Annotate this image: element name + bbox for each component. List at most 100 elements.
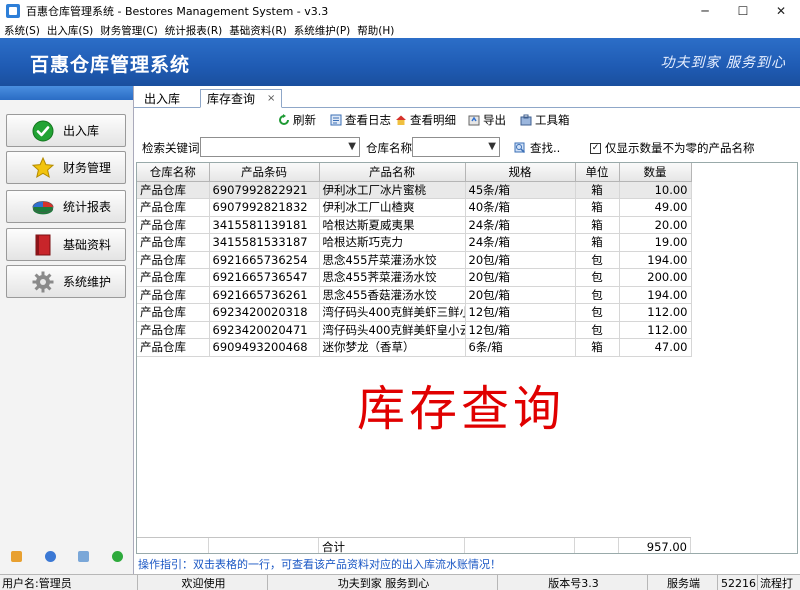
cell-spec: 40条/箱 [465, 198, 576, 217]
col-warehouse[interactable]: 仓库名称 [137, 163, 210, 182]
menu-bar: 系统(S) 出入库(S) 财务管理(C) 统计报表(R) 基础资料(R) 系统维… [0, 22, 800, 38]
table-row[interactable]: 产品仓库 6907992822921 伊利冰工厂冰片蜜桃 45条/箱 箱 10.… [137, 181, 692, 199]
menu-reports[interactable]: 统计报表(R) [162, 23, 226, 38]
maximize-button[interactable]: ☐ [724, 0, 762, 22]
view-detail-label: 查看明细 [410, 113, 456, 127]
tab-label: 库存查询 [207, 92, 256, 106]
pie-chart-icon [31, 195, 55, 219]
search-icon[interactable] [78, 550, 90, 562]
warehouse-select[interactable]: ▼ [412, 137, 500, 157]
tab-label: 出入库 [144, 92, 181, 106]
note-icon[interactable] [11, 550, 23, 562]
cell-warehouse: 产品仓库 [137, 233, 210, 252]
log-icon [330, 114, 342, 126]
col-spec[interactable]: 规格 [465, 163, 576, 182]
cell-unit: 箱 [575, 216, 620, 234]
menu-basic-data[interactable]: 基础资料(R) [226, 23, 290, 38]
warehouse-label: 仓库名称 [366, 141, 412, 155]
table-row[interactable]: 产品仓库 6923420020318 湾仔码头400克鲜美虾三鲜小云 12包/箱… [137, 303, 692, 322]
cell-warehouse: 产品仓库 [137, 286, 210, 304]
cell-warehouse: 产品仓库 [137, 321, 210, 339]
toolbox-icon [520, 114, 532, 126]
cell-quantity: 194.00 [619, 251, 692, 269]
table-row[interactable]: 产品仓库 6923420020471 湾仔码头400克鲜美虾皇小云吞 12包/箱… [137, 321, 692, 339]
refresh-icon [278, 114, 290, 126]
home-icon [395, 114, 407, 126]
table-row[interactable]: 产品仓库 6921665736547 思念455荠菜灌汤水饺 20包/箱 包 2… [137, 268, 692, 287]
cell-quantity: 10.00 [619, 181, 692, 199]
cell-barcode: 3415581139181 [209, 216, 320, 234]
cell-quantity: 19.00 [619, 233, 692, 252]
total-value: 957.00 [619, 538, 691, 553]
menu-maintenance[interactable]: 系统维护(P) [291, 23, 354, 38]
status-bar: 用户名:管理员 欢迎使用 功夫到家 服务到心 版本号3.3 服务端 52216 … [0, 574, 800, 590]
tab-stock-io[interactable]: 出入库 [144, 89, 180, 108]
table-row[interactable]: 产品仓库 3415581139181 哈根达斯夏威夷果 24条/箱 箱 20.0… [137, 216, 692, 234]
cell-product-name: 伊利冰工厂冰片蜜桃 [319, 181, 466, 199]
status-flow: 流程打 [760, 577, 793, 590]
table-row[interactable]: 产品仓库 6921665736254 思念455芹菜灌汤水饺 20包/箱 包 1… [137, 251, 692, 269]
menu-stock[interactable]: 出入库(S) [44, 23, 96, 38]
cell-barcode: 6923420020318 [209, 303, 320, 322]
close-button[interactable]: ✕ [762, 0, 800, 22]
cell-warehouse: 产品仓库 [137, 338, 210, 357]
cell-product-name: 湾仔码头400克鲜美虾皇小云吞 [319, 321, 466, 339]
clock-icon[interactable] [44, 550, 56, 562]
cell-barcode: 6907992822921 [209, 181, 320, 199]
minimize-button[interactable]: ─ [686, 0, 724, 22]
cell-spec: 24条/箱 [465, 233, 576, 252]
cell-barcode: 6921665736547 [209, 268, 320, 287]
sidebar-item-reports[interactable]: 统计报表 [6, 190, 126, 223]
export-button[interactable]: 导出 [468, 112, 506, 128]
nonzero-checkbox[interactable]: ✓ 仅显示数量不为零的产品名称 [590, 140, 755, 156]
sidebar-item-basic-data[interactable]: 基础资料 [6, 228, 126, 261]
close-icon[interactable]: × [267, 93, 275, 104]
cell-spec: 20包/箱 [465, 268, 576, 287]
tab-bar: 出入库 库存查询 × [134, 86, 800, 108]
operation-hint: 操作指引：双击表格的一行，可查看该产品资料对应的出入库流水账情况！ [138, 558, 501, 571]
star-icon [31, 156, 55, 180]
cell-warehouse: 产品仓库 [137, 216, 210, 234]
table-row[interactable]: 产品仓库 6921665736261 思念455香菇灌汤水饺 20包/箱 包 1… [137, 286, 692, 304]
gear-icon [31, 270, 55, 294]
view-log-button[interactable]: 查看日志 [330, 112, 391, 128]
sidebar-item-maintenance[interactable]: 系统维护 [6, 265, 126, 298]
col-unit[interactable]: 单位 [575, 163, 620, 182]
col-barcode[interactable]: 产品条码 [209, 163, 320, 182]
search-button[interactable]: 查找.. [514, 140, 560, 156]
book-icon [31, 233, 55, 257]
sidebar-item-stock[interactable]: 出入库 [6, 114, 126, 147]
cell-spec: 20包/箱 [465, 251, 576, 269]
total-cell-empty [465, 538, 575, 553]
checkbox-box[interactable]: ✓ [590, 142, 601, 154]
menu-help[interactable]: 帮助(H) [354, 23, 397, 38]
cell-unit: 箱 [575, 338, 620, 357]
col-quantity[interactable]: 数量 [619, 163, 692, 182]
inventory-grid[interactable]: 仓库名称 产品条码 产品名称 规格 单位 数量 产品仓库 69079928229… [136, 162, 798, 554]
col-product-name[interactable]: 产品名称 [319, 163, 466, 182]
tab-inventory-query[interactable]: 库存查询 × [200, 89, 283, 108]
status-slogan: 功夫到家 服务到心 [268, 575, 498, 590]
sidebar-header [0, 86, 133, 100]
sidebar-item-finance[interactable]: 财务管理 [6, 151, 126, 184]
status-welcome: 欢迎使用 [138, 575, 268, 590]
chevron-down-icon: ▼ [488, 141, 496, 152]
cell-warehouse: 产品仓库 [137, 181, 210, 199]
table-row[interactable]: 产品仓库 6907992821832 伊利冰工厂山楂爽 40条/箱 箱 49.0… [137, 198, 692, 217]
cell-warehouse: 产品仓库 [137, 251, 210, 269]
view-detail-button[interactable]: 查看明细 [395, 112, 456, 128]
app-icon [6, 4, 20, 18]
refresh-button[interactable]: 刷新 [278, 112, 316, 128]
menu-system[interactable]: 系统(S) [1, 23, 43, 38]
keyword-combobox[interactable]: ▼ [200, 137, 360, 157]
sidebar-item-label: 出入库 [63, 124, 100, 138]
menu-finance[interactable]: 财务管理(C) [97, 23, 161, 38]
table-row[interactable]: 产品仓库 3415581533187 哈根达斯巧克力 24条/箱 箱 19.00 [137, 233, 692, 252]
cell-product-name: 湾仔码头400克鲜美虾三鲜小云 [319, 303, 466, 322]
table-row[interactable]: 产品仓库 6909493200468 迷你梦龙（香草） 6条/箱 箱 47.00 [137, 338, 692, 357]
refresh-icon[interactable] [111, 550, 123, 562]
toolbox-button[interactable]: 工具箱 [520, 112, 570, 128]
cell-product-name: 伊利冰工厂山楂爽 [319, 198, 466, 217]
cell-unit: 包 [575, 268, 620, 287]
status-server: 服务端 [648, 575, 718, 590]
